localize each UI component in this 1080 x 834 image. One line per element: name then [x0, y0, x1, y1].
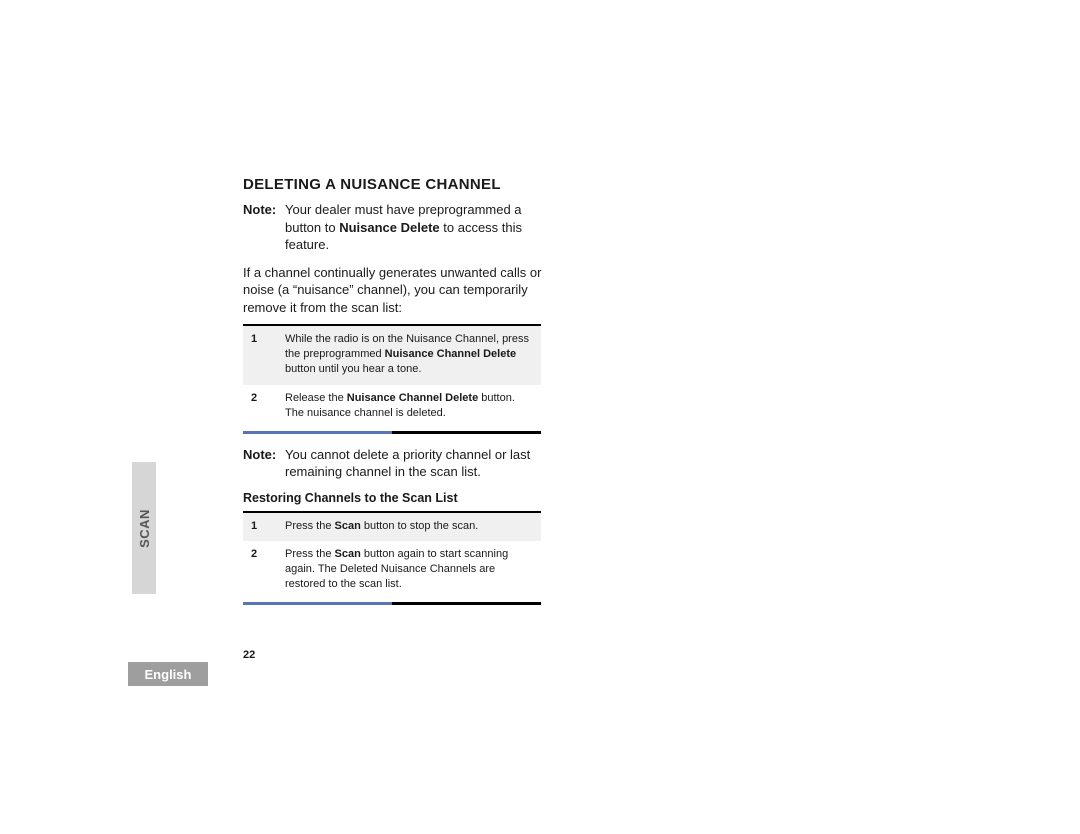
note-body: Your dealer must have preprogrammed a bu…: [285, 201, 543, 254]
step-text: Press the Scan button again to start sca…: [279, 541, 541, 600]
note-2: Note: You cannot delete a priority chann…: [243, 446, 543, 481]
table-row: 1 While the radio is on the Nuisance Cha…: [243, 325, 541, 385]
step-number: 1: [243, 325, 279, 385]
side-tab-label: SCAN: [137, 509, 152, 548]
note-text-bold: Nuisance Delete: [339, 220, 439, 235]
note-1: Note: Your dealer must have preprogramme…: [243, 201, 543, 254]
step-text: Press the Scan button to stop the scan.: [279, 512, 541, 542]
subsection-heading: Restoring Channels to the Scan List: [243, 491, 543, 505]
steps-table-1: 1 While the radio is on the Nuisance Cha…: [243, 324, 541, 428]
note-body: You cannot delete a priority channel or …: [285, 446, 543, 481]
side-tab-scan: SCAN: [132, 462, 156, 594]
content-column: DELETING A NUISANCE CHANNEL Note: Your d…: [243, 176, 543, 617]
note-label: Note:: [243, 446, 285, 481]
table-row: 2 Press the Scan button again to start s…: [243, 541, 541, 600]
table-row: 2 Release the Nuisance Channel Delete bu…: [243, 385, 541, 429]
section-heading: DELETING A NUISANCE CHANNEL: [243, 176, 543, 193]
page-number: 22: [243, 649, 255, 661]
step-number: 1: [243, 512, 279, 542]
step-number: 2: [243, 385, 279, 429]
note-label: Note:: [243, 201, 285, 254]
language-tab: English: [128, 662, 208, 686]
page: SCAN English DELETING A NUISANCE CHANNEL…: [0, 0, 1080, 834]
step-number: 2: [243, 541, 279, 600]
steps-table-2: 1 Press the Scan button to stop the scan…: [243, 511, 541, 600]
intro-paragraph: If a channel continually generates unwan…: [243, 264, 543, 317]
table-divider: [243, 431, 541, 434]
step-text: While the radio is on the Nuisance Chann…: [279, 325, 541, 385]
step-text: Release the Nuisance Channel Delete butt…: [279, 385, 541, 429]
table-divider: [243, 602, 541, 605]
language-label: English: [145, 667, 192, 682]
table-row: 1 Press the Scan button to stop the scan…: [243, 512, 541, 542]
